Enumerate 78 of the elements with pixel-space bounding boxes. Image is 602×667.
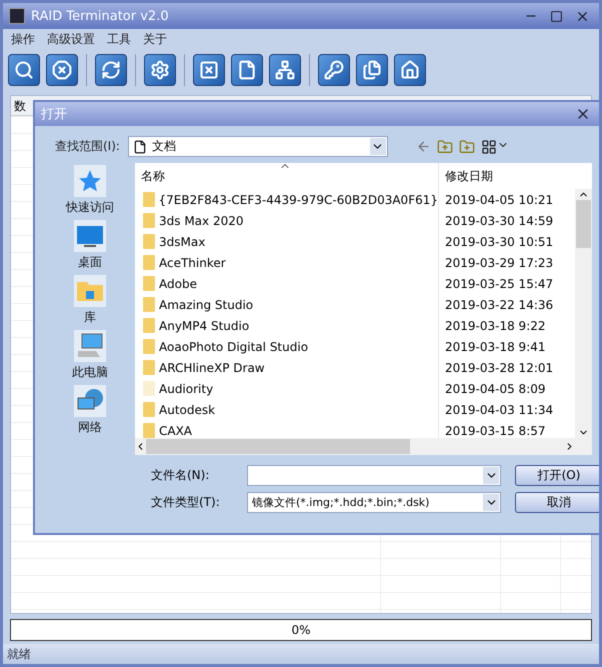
status-text: 就绪 <box>7 646 31 662</box>
search-icon <box>14 60 34 80</box>
modified-date: 2019-03-18 9:41 <box>444 340 546 354</box>
folder-up-icon[interactable] <box>436 138 453 154</box>
file-name[interactable]: Audiority <box>159 382 214 396</box>
search-button[interactable] <box>8 54 40 86</box>
network-button[interactable] <box>269 54 301 86</box>
document-icon <box>237 60 257 80</box>
app-icon <box>9 8 25 24</box>
modified-date: 2019-03-29 17:23 <box>444 256 554 270</box>
modified-date: 2019-03-30 10:51 <box>444 234 554 248</box>
file-type-dropdown[interactable]: 镜像文件(*.img;*.hdd;*.bin;*.dsk) <box>247 492 501 513</box>
key-button[interactable] <box>318 54 350 86</box>
file-name[interactable]: AnyMP4 Studio <box>159 318 250 332</box>
document-icon <box>132 140 147 154</box>
modified-date: 2019-04-05 8:09 <box>444 382 546 396</box>
file-name[interactable]: ARCHlineXP Draw <box>159 360 265 374</box>
menu-item[interactable]: 操作 <box>11 31 35 47</box>
stop-icon <box>52 60 72 80</box>
home-button[interactable] <box>394 54 426 86</box>
file-name-field[interactable] <box>247 465 501 486</box>
modified-date: 2019-03-25 15:47 <box>444 276 554 290</box>
file-name[interactable]: AoaoPhoto Digital Studio <box>159 340 308 354</box>
modified-date: 2019-03-15 8:57 <box>444 424 546 438</box>
refresh-button[interactable] <box>95 54 127 86</box>
column-header[interactable]: 名称 <box>135 163 439 189</box>
look-in-label: 查找范围(I): <box>55 138 120 155</box>
file-name[interactable]: CAXA <box>159 424 192 438</box>
new-folder-icon[interactable] <box>458 138 475 154</box>
file-name[interactable]: Adobe <box>159 276 197 290</box>
star-icon <box>77 168 103 194</box>
scrollbar-thumb[interactable] <box>146 439 410 454</box>
network-icon <box>275 60 295 80</box>
computer-icon <box>76 333 104 359</box>
scrollbar-thumb[interactable] <box>576 200 591 248</box>
grid-icon <box>480 138 497 154</box>
file-name[interactable]: 3dsMax <box>159 234 206 248</box>
cross-box-icon <box>199 60 219 80</box>
maximize-icon <box>550 10 563 22</box>
stop-button[interactable] <box>46 54 78 86</box>
file-name[interactable]: 3ds Max 2020 <box>159 214 244 228</box>
column-header: 数 <box>13 98 27 115</box>
documents-button[interactable] <box>356 54 388 86</box>
file-name-label: 文件名(N): <box>151 467 210 484</box>
file-name[interactable]: Autodesk <box>159 402 216 416</box>
file-name[interactable]: {7EB2F843-CEF3-4439-979C-60B2D03A0F61} <box>158 192 438 206</box>
file-type-label: 文件类型(T): <box>151 494 221 511</box>
home-icon <box>400 60 420 80</box>
menu-item[interactable]: 关于 <box>143 31 167 47</box>
modified-date: 2019-03-30 14:59 <box>444 214 554 228</box>
file-name[interactable]: AceThinker <box>159 256 226 270</box>
key-icon <box>324 60 344 80</box>
progress-text: 0% <box>291 623 311 637</box>
documents-icon <box>362 60 382 80</box>
file-name[interactable]: Amazing Studio <box>159 298 254 312</box>
look-in-dropdown[interactable]: 文档 <box>128 136 388 157</box>
menu-item[interactable]: 高级设置 <box>47 31 95 47</box>
cross-box-button[interactable] <box>193 54 225 86</box>
vertical-scrollbar[interactable] <box>575 189 592 438</box>
open-button[interactable]: 打开(O) <box>515 465 599 486</box>
window-title: RAID Terminator v2.0 <box>31 8 170 24</box>
folder-icon <box>76 279 104 303</box>
horizontal-scrollbar[interactable] <box>135 438 592 455</box>
back-icon[interactable] <box>416 139 431 154</box>
view-menu-button[interactable] <box>480 138 509 154</box>
menu-item[interactable]: 工具 <box>107 31 131 47</box>
column-header[interactable]: 修改日期 <box>439 163 575 189</box>
modified-date: 2019-04-03 11:34 <box>444 402 554 416</box>
monitor-icon <box>76 224 104 248</box>
cancel-button[interactable]: 取消 <box>515 492 599 513</box>
refresh-icon <box>101 60 121 80</box>
dialog-title: 打开 <box>41 106 68 123</box>
modified-date: 2019-03-18 9:22 <box>444 318 546 332</box>
document-button[interactable] <box>231 54 263 86</box>
place-item[interactable]: 快速访问 <box>66 165 114 216</box>
modified-date: 2019-04-05 10:21 <box>444 192 554 206</box>
modified-date: 2019-03-28 12:01 <box>444 360 554 374</box>
modified-date: 2019-03-22 14:36 <box>444 298 554 312</box>
